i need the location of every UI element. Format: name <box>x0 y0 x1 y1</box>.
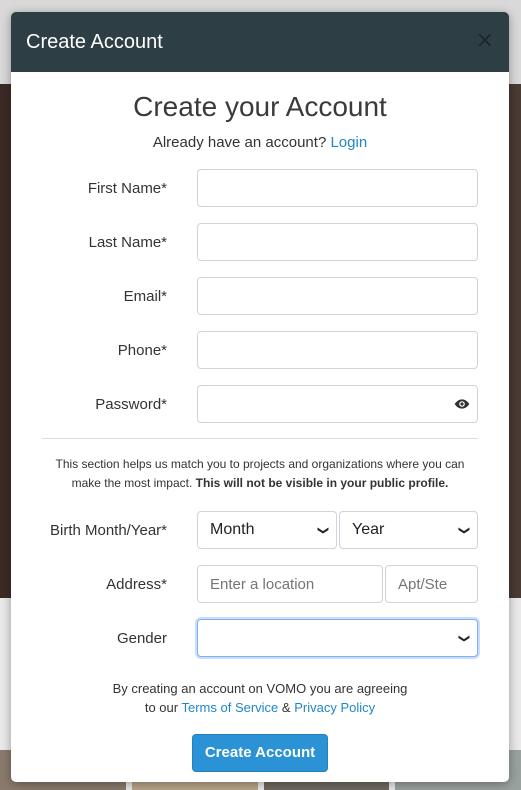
birth-row: Birth Month/Year* Month ❯ Year ❯ <box>42 511 478 549</box>
login-link[interactable]: Login <box>330 134 367 151</box>
form-heading: Create your Account <box>133 91 387 122</box>
phone-label: Phone* <box>117 341 167 359</box>
login-prompt-line: Already have an account? Login <box>42 134 478 151</box>
eye-icon[interactable] <box>454 396 470 412</box>
password-field-wrapper <box>197 385 478 423</box>
agree-to-our: to our <box>144 700 179 715</box>
close-icon[interactable]: × <box>476 30 494 52</box>
email-input[interactable] <box>197 277 478 315</box>
terms-agreement: By creating an account on VOMO you are a… <box>42 679 478 717</box>
first-name-label: First Name* <box>87 179 167 197</box>
first-name-input[interactable] <box>197 169 478 207</box>
privacy-link[interactable]: Privacy Policy <box>294 700 375 715</box>
modal-body: Create your Account Already have an acco… <box>11 72 509 772</box>
login-prompt-text: Already have an account? <box>152 134 327 151</box>
gender-select[interactable]: ❯ <box>197 619 478 657</box>
birth-label: Birth Month/Year* <box>49 521 167 539</box>
phone-row: Phone* <box>42 331 478 369</box>
birth-month-select[interactable]: Month ❯ <box>197 511 337 549</box>
section-divider <box>42 438 478 439</box>
birth-month-value: Month <box>210 521 255 538</box>
apt-input[interactable] <box>385 565 478 603</box>
address-label: Address* <box>106 575 167 593</box>
chevron-down-icon: ❯ <box>457 633 471 643</box>
address-row: Address* <box>42 565 478 603</box>
password-input[interactable] <box>197 385 478 423</box>
gender-row: Gender ❯ <box>42 619 478 657</box>
address-input[interactable] <box>197 565 383 603</box>
last-name-input[interactable] <box>197 223 478 261</box>
modal-header: Create Account × <box>11 12 509 72</box>
chevron-down-icon: ❯ <box>457 525 471 535</box>
phone-input[interactable] <box>197 331 478 369</box>
agree-prefix: By creating an account on VOMO you are a… <box>112 681 408 696</box>
password-label: Password* <box>95 395 167 413</box>
submit-wrap: Create Account <box>42 734 478 772</box>
first-name-row: First Name* <box>42 169 478 207</box>
email-label: Email* <box>123 287 167 305</box>
info-bold-text: This will not be visible in your public … <box>195 476 449 490</box>
terms-link[interactable]: Terms of Service <box>181 700 278 715</box>
last-name-row: Last Name* <box>42 223 478 261</box>
email-row: Email* <box>42 277 478 315</box>
birth-year-select[interactable]: Year ❯ <box>339 511 478 549</box>
birth-year-value: Year <box>352 521 385 538</box>
create-account-modal: Create Account × Create your Account Alr… <box>11 12 509 782</box>
modal-title: Create Account <box>26 30 163 53</box>
chevron-down-icon: ❯ <box>316 525 330 535</box>
create-account-button[interactable]: Create Account <box>191 734 329 772</box>
agree-ampersand: & <box>281 700 291 715</box>
password-row: Password* <box>42 385 478 423</box>
profile-info-text: This section helps us match you to proje… <box>42 455 478 493</box>
last-name-label: Last Name* <box>88 233 167 251</box>
gender-label: Gender <box>116 629 167 647</box>
